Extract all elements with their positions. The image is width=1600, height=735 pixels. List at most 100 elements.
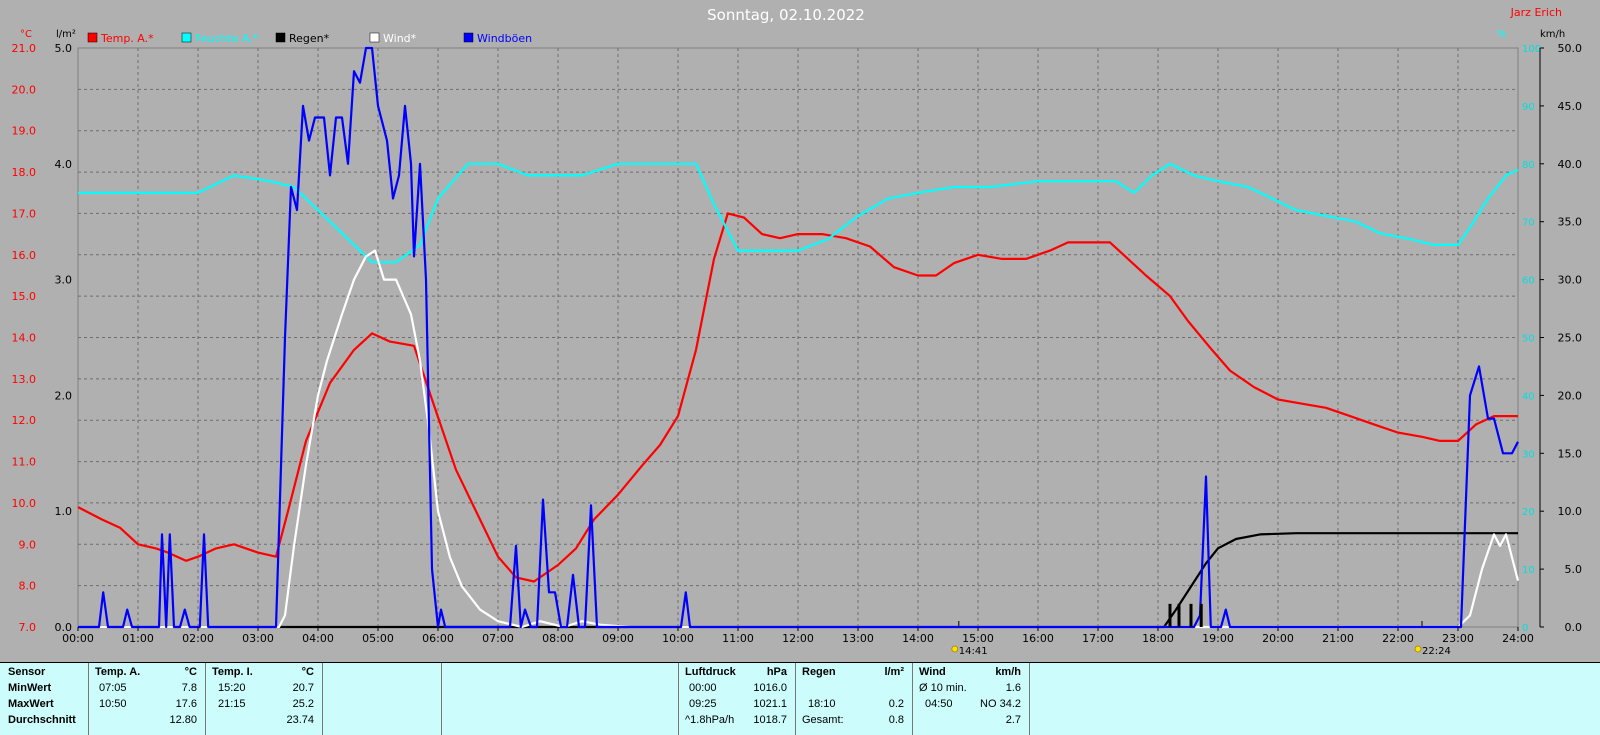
legend-swatch: [181, 32, 192, 43]
temp-a-header: Temp. A.: [95, 666, 141, 678]
wind-tick-label: 25.0: [1558, 332, 1583, 345]
temp-tick-label: 21.0: [12, 42, 37, 55]
luftdruck-header: Luftdruck: [685, 666, 736, 678]
wind-tick-label: 20.0: [1558, 389, 1583, 402]
x-tick-label: 02:00: [182, 632, 214, 645]
x-tick-label: 05:00: [362, 632, 394, 645]
humidity-tick-label: 70: [1522, 218, 1535, 229]
sun-icon: [951, 645, 959, 653]
x-tick-label: 10:00: [662, 632, 694, 645]
wind-tick-label: 30.0: [1558, 274, 1583, 287]
temp-i-max-value: 25.2: [292, 698, 314, 710]
luftdruck-column: Luftdruck hPa 00:00 1016.0 09:25 1021.1 …: [679, 663, 796, 735]
maxwert-label: MaxWert: [8, 698, 54, 710]
temp-a-unit: °C: [184, 666, 197, 678]
x-tick-label: 21:00: [1322, 632, 1354, 645]
x-tick-label: 12:00: [782, 632, 814, 645]
temp-i-min-value: 20.7: [292, 682, 314, 694]
x-tick-label: 04:00: [302, 632, 334, 645]
chart-title: Sonntag, 02.10.2022: [707, 6, 865, 24]
temp-tick-label: 8.0: [19, 580, 37, 593]
temp-i-min-time: 15:20: [218, 682, 246, 694]
temp-a-max-time: 10:50: [99, 698, 127, 710]
wind-avg-value: 2.7: [1005, 714, 1021, 726]
regen-max-time: 18:10: [808, 698, 836, 710]
temp-a-min-value: 7.8: [181, 682, 197, 694]
legend-label: Feuchte A.*: [195, 32, 259, 45]
regen-unit: l/m²: [884, 666, 904, 678]
x-tick-label: 06:00: [422, 632, 454, 645]
x-tick-label: 20:00: [1262, 632, 1294, 645]
wind-tick-label: 45.0: [1558, 100, 1583, 113]
legend-label: Regen*: [289, 32, 330, 45]
sun-icon: [1414, 645, 1422, 653]
statistics-panel: Sensor MinWert MaxWert Durchschnitt Temp…: [0, 662, 1600, 735]
temp-tick-label: 17.0: [12, 207, 37, 220]
humidity-tick-label: 30: [1522, 449, 1535, 460]
humidity-unit-label: %: [1497, 29, 1507, 40]
temp-i-max-time: 21:15: [218, 698, 246, 710]
temp-unit-label: °C: [20, 29, 32, 40]
temp-a-avg-value: 12.80: [169, 714, 197, 726]
humidity-tick-label: 40: [1522, 391, 1535, 402]
luftdruck-max-value: 1021.1: [753, 698, 787, 710]
x-tick-label: 17:00: [1082, 632, 1114, 645]
regen-header: Regen: [802, 666, 836, 678]
wind-header: Wind: [919, 666, 946, 678]
wind-column: Wind km/h Ø 10 min. 1.6 04:50 NO 34.2 2.…: [913, 663, 1030, 735]
temp-i-column: Temp. I. °C 15:20 20.7 21:15 25.2 23.74: [206, 663, 323, 735]
regen-max-value: 0.2: [888, 698, 904, 710]
temp-tick-label: 9.0: [19, 538, 37, 551]
author-label: Jarz Erich: [1510, 6, 1562, 19]
legend-label: Windböen: [477, 32, 532, 45]
temp-tick-label: 12.0: [12, 414, 37, 427]
temp-tick-label: 15.0: [12, 290, 37, 303]
luftdruck-avg-value: 1018.7: [753, 714, 787, 726]
legend-label: Temp. A.*: [100, 32, 154, 45]
legend-swatch: [275, 32, 286, 43]
wind-unit: km/h: [995, 666, 1021, 678]
marker-label: 14:41: [959, 646, 988, 657]
temp-tick-label: 13.0: [12, 373, 37, 386]
legend-swatch: [463, 32, 474, 43]
x-tick-label: 09:00: [602, 632, 634, 645]
rain-tick-label: 2.0: [55, 389, 73, 402]
x-tick-label: 08:00: [542, 632, 574, 645]
rain-tick-label: 5.0: [55, 42, 73, 55]
temp-tick-label: 10.0: [12, 497, 37, 510]
wind-max-time: 04:50: [925, 698, 953, 710]
luftdruck-unit: hPa: [766, 666, 787, 678]
humidity-tick-label: 80: [1522, 160, 1535, 171]
wind-tick-label: 5.0: [1565, 563, 1583, 576]
temp-a-column: Temp. A. °C 07:05 7.8 10:50 17.6 12.80: [89, 663, 206, 735]
temp-tick-label: 20.0: [12, 83, 37, 96]
sensor-column: Sensor MinWert MaxWert Durchschnitt: [0, 663, 89, 735]
temp-tick-label: 14.0: [12, 332, 37, 345]
humidity-tick-label: 90: [1522, 102, 1535, 113]
x-tick-label: 22:00: [1382, 632, 1414, 645]
empty-column-2: [442, 663, 679, 735]
temp-tick-label: 19.0: [12, 125, 37, 138]
temp-a-max-value: 17.6: [175, 698, 197, 710]
temp-i-unit: °C: [301, 666, 314, 678]
humidity-tick-label: 20: [1522, 507, 1535, 518]
wind-avg10-value: 1.6: [1005, 682, 1021, 694]
x-tick-label: 15:00: [962, 632, 994, 645]
regen-total-label: Gesamt:: [802, 714, 844, 726]
durchschnitt-label: Durchschnitt: [8, 714, 76, 726]
x-tick-label: 19:00: [1202, 632, 1234, 645]
x-tick-label: 03:00: [242, 632, 274, 645]
weather-chart: 00:00 01:00 02:00 03:00 04:00 05:00 06:00 07:00…: [0, 0, 1600, 662]
temp-a-min-time: 07:05: [99, 682, 127, 694]
temp-tick-label: 16.0: [12, 249, 37, 262]
x-tick-label: 23:00: [1442, 632, 1474, 645]
wind-unit-label: km/h: [1540, 29, 1565, 40]
wind-max-value: NO 34.2: [980, 698, 1021, 710]
humidity-tick-label: 100: [1522, 44, 1541, 55]
luftdruck-min-value: 1016.0: [753, 682, 787, 694]
x-tick-label: 18:00: [1142, 632, 1174, 645]
wind-tick-label: 10.0: [1558, 505, 1583, 518]
rain-unit-label: l/m²: [56, 29, 76, 40]
x-tick-label: 01:00: [122, 632, 154, 645]
rain-tick-label: 0.0: [55, 621, 73, 634]
